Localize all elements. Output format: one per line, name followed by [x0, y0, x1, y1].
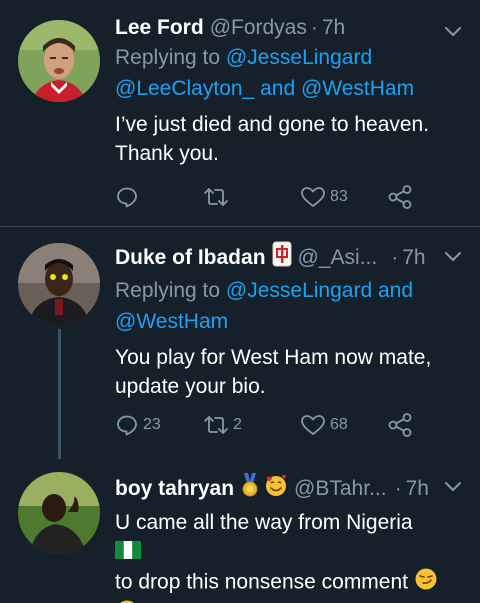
chevron-down-icon[interactable] — [442, 475, 464, 497]
tweet-header: Lee Ford @Fordyas · 7h — [115, 14, 442, 42]
heart-icon — [301, 415, 325, 435]
like-button[interactable]: 83 — [300, 185, 348, 209]
person-avatar-icon — [18, 243, 100, 325]
mention-and[interactable]: and — [378, 279, 413, 302]
mention-link[interactable]: @LeeClayton_ — [115, 77, 254, 100]
like-button[interactable]: 68 — [300, 413, 348, 437]
unamused-face-icon — [115, 599, 139, 603]
tweet-actions: 83 — [115, 182, 435, 212]
replying-to: Replying to @JesseLingard @LeeClayton_ a… — [115, 42, 442, 104]
user-handle[interactable]: @Fordyas — [210, 14, 307, 42]
mention-and[interactable]: and — [260, 77, 295, 100]
medal-icon — [240, 472, 260, 506]
thread-connector — [58, 329, 61, 459]
display-name[interactable]: Lee Ford — [115, 14, 204, 42]
tweet-actions: 23 2 68 — [115, 410, 435, 440]
tweet-text-line: I’ve just died and gone to heaven. — [115, 113, 430, 136]
tweet-header: boy tahryan @BTahr... · 7h — [115, 472, 442, 506]
tweet-text-line: You play for West Ham now mate, — [115, 346, 432, 369]
smiling-face-with-hearts-icon — [264, 473, 288, 505]
person-avatar-icon — [18, 472, 100, 554]
nigeria-flag-icon — [115, 538, 141, 567]
tweet-text: U came all the way from Nigeria to drop … — [115, 508, 442, 603]
timestamp[interactable]: 7h — [322, 14, 345, 42]
retweet-icon — [204, 416, 228, 434]
tweet-text-line: U came all the way from Nigeria — [115, 511, 413, 534]
avatar[interactable] — [18, 20, 100, 102]
retweet-count: 2 — [233, 416, 242, 433]
timestamp[interactable]: 7h — [406, 475, 429, 503]
mention-link[interactable]: @JesseLingard — [226, 279, 372, 302]
tweet-text-line: Thank you. — [115, 142, 219, 165]
display-name[interactable]: boy tahryan — [115, 475, 234, 503]
tweet-text-line: to drop this nonsense comment — [115, 570, 408, 594]
tweet-text-line: update your bio. — [115, 375, 266, 398]
tweet-2[interactable]: Duke of Ibadan @_Asi... · 7h Replying to… — [0, 227, 480, 459]
display-name[interactable]: Duke of Ibadan — [115, 244, 266, 272]
separator-dot: · — [391, 246, 399, 269]
chevron-down-icon[interactable] — [442, 20, 464, 42]
reply-button[interactable] — [115, 185, 139, 209]
like-count: 68 — [330, 416, 348, 433]
retweet-button[interactable] — [203, 185, 229, 209]
reply-count: 23 — [143, 416, 161, 433]
user-handle[interactable]: @_Asi... — [298, 244, 378, 272]
share-button[interactable] — [387, 412, 413, 438]
like-count: 83 — [330, 188, 348, 205]
timestamp[interactable]: 7h — [402, 244, 425, 272]
retweet-button[interactable]: 2 — [203, 413, 242, 437]
tweet-text: You play for West Ham now mate, update y… — [115, 343, 442, 401]
share-icon — [388, 185, 412, 209]
tweet-header: Duke of Ibadan @_Asi... · 7h — [115, 241, 442, 275]
tweet-3[interactable]: boy tahryan @BTahr... · 7h U came all th… — [0, 459, 480, 603]
separator-dot: · — [310, 16, 318, 39]
reply-button[interactable]: 23 — [115, 413, 161, 437]
mention-link[interactable]: @JesseLingard — [226, 46, 372, 69]
chevron-down-icon[interactable] — [442, 245, 464, 267]
smirking-face-icon — [414, 567, 438, 599]
replying-to-label: Replying to — [115, 279, 221, 302]
reply-icon — [117, 187, 137, 208]
player-avatar-icon — [18, 20, 100, 102]
user-handle[interactable]: @BTahr... — [294, 475, 387, 503]
mahjong-tile-icon — [272, 241, 292, 275]
replying-to: Replying to @JesseLingard and @WestHam — [115, 275, 442, 337]
retweet-icon — [204, 188, 228, 206]
mention-link[interactable]: @WestHam — [115, 310, 228, 333]
tweet-1[interactable]: Lee Ford @Fordyas · 7h Replying to @Jess… — [0, 0, 480, 226]
share-icon — [388, 413, 412, 437]
avatar[interactable] — [18, 472, 100, 554]
tweet-text: I’ve just died and gone to heaven. Thank… — [115, 110, 442, 168]
mention-link[interactable]: @WestHam — [301, 77, 414, 100]
heart-icon — [301, 187, 325, 207]
replying-to-label: Replying to — [115, 46, 221, 69]
avatar[interactable] — [18, 243, 100, 325]
reply-icon — [117, 415, 137, 436]
share-button[interactable] — [387, 184, 413, 210]
separator-dot: · — [394, 477, 402, 500]
